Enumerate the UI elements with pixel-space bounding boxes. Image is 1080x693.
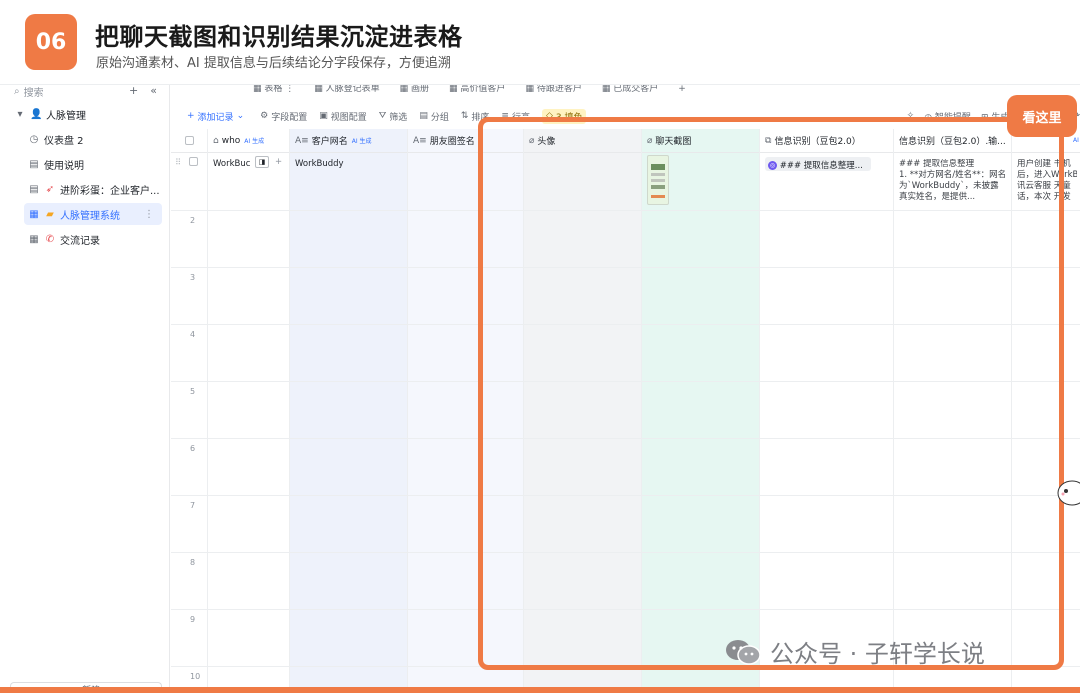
watermark: 公众号 · 子轩学长说 (724, 634, 985, 669)
sidebar-item-contacts-system[interactable]: ▦ ▰ 人脉管理系统 ⋮ (24, 203, 162, 225)
cell-who[interactable]: WorkBuc (213, 159, 253, 169)
banner-title: 把聊天截图和识别结果沉淀进表格 (95, 23, 463, 51)
group-icon: ▤ (419, 111, 428, 121)
row-number: 9 (190, 615, 196, 624)
filter-button[interactable]: ⛛ 筛选 (379, 110, 408, 123)
view-config-button[interactable]: ▣ 视图配置 (319, 110, 367, 123)
rocket-icon: ➶ (45, 183, 55, 195)
field-config-button[interactable]: ⚙ 字段配置 (260, 110, 307, 123)
home-icon: ⌂ (213, 135, 219, 146)
group-button[interactable]: ▤ 分组 (419, 110, 449, 123)
row-checkbox[interactable] (189, 157, 198, 169)
watermark-text: 公众号 · 子轩学长说 (770, 640, 985, 668)
row-number: 2 (190, 216, 196, 225)
step-badge: 06 (25, 14, 77, 70)
doc-icon: ▤ (29, 183, 39, 195)
highlight-box (478, 117, 1064, 670)
text-field-icon: A≡ (295, 135, 309, 146)
table-icon: ▦ (29, 233, 39, 245)
row-number: 10 (190, 672, 201, 681)
text-field-icon: A≡ (413, 135, 427, 146)
sidebar-search[interactable]: ⌕ 搜索 (14, 85, 44, 99)
gear-icon: ⚙ (260, 111, 269, 121)
add-icon[interactable]: + (129, 84, 138, 97)
add-view-button[interactable]: + (668, 85, 696, 97)
look-here-tag: 看这里 (1007, 95, 1077, 137)
person-icon: 👤 (30, 108, 43, 120)
sidebar-item-communication[interactable]: ▦ ✆ 交流记录 (28, 228, 100, 250)
plus-icon: + (187, 111, 195, 121)
view-tabs: ▦ 表格 ⋮ ▦ 人脉登记表单 ▦ 画册 ▦ 高价值客户 ▦ 待跟进客户 ▦ 已… (171, 85, 1080, 97)
doc-icon: ▤ (29, 158, 39, 170)
sidebar-item-guide[interactable]: ▤ 使用说明 (28, 153, 84, 175)
view-icon: ▣ (319, 111, 328, 121)
tab-high-value[interactable]: ▦ 高价值客户 (439, 85, 515, 97)
cell-nickname[interactable]: WorkBuddy (295, 159, 403, 169)
tab-grid[interactable]: ▦ 表格 ⋮ (171, 85, 304, 97)
sidebar-tools: + « (129, 84, 157, 97)
more-icon[interactable]: ⋮ (144, 209, 154, 220)
row-number: 8 (190, 558, 196, 567)
sidebar-root[interactable]: ▾ 👤 人脉管理 (14, 103, 86, 125)
sidebar: ⌕ 搜索 + « ▾ 👤 人脉管理 ◷ 仪表盘 2 ▤ 使用说明 ▤ ➶ 进阶彩… (0, 84, 170, 693)
tab-form[interactable]: ▦ 人脉登记表单 (304, 85, 389, 97)
drag-handle-icon[interactable]: ⠿ (175, 158, 181, 168)
expand-record-icon[interactable]: ◨ (255, 156, 269, 168)
column-header-who[interactable]: ⌂ who AI 生成 (207, 129, 289, 153)
chevron-down-icon: ▾ (17, 108, 23, 120)
dashboard-icon: ◷ (29, 133, 39, 145)
collapse-icon[interactable]: « (150, 84, 157, 97)
banner-subtitle: 原始沟通素材、AI 提取信息与后续结论分字段保存，方便追溯 (96, 56, 451, 71)
tab-gallery[interactable]: ▦ 画册 (390, 85, 439, 97)
chevron-down-icon: ⌄ (236, 111, 245, 121)
row-number: 7 (190, 501, 196, 510)
sidebar-item-dashboard[interactable]: ◷ 仪表盘 2 (28, 128, 84, 150)
tab-closed[interactable]: ▦ 已成交客户 (592, 85, 668, 97)
search-icon: ⌕ (14, 85, 20, 97)
search-placeholder: 搜索 (23, 87, 44, 99)
sort-icon: ⇅ (460, 111, 469, 121)
tab-follow-up[interactable]: ▦ 待跟进客户 (515, 85, 591, 97)
row-number: 5 (190, 387, 196, 396)
row-number: 6 (190, 444, 196, 453)
bottom-accent-bar (0, 687, 1080, 693)
row-number: 4 (190, 330, 196, 339)
folder-icon: ▰ (46, 208, 54, 220)
sidebar-item-easter-egg[interactable]: ▤ ➶ 进阶彩蛋：企业客户... (28, 178, 159, 200)
phone-icon: ✆ (45, 233, 55, 245)
column-header-nickname[interactable]: A≡ 客户网名 AI 生成 (289, 129, 407, 153)
select-all-checkbox[interactable] (184, 136, 194, 145)
filter-icon: ⛛ (378, 111, 387, 121)
table-icon: ▦ (29, 208, 39, 220)
mascot-sticker-icon (1057, 480, 1080, 506)
row-number: 3 (190, 273, 196, 282)
add-record-button[interactable]: + 添加记录 ⌄ (187, 110, 244, 123)
add-icon[interactable]: + (275, 157, 282, 167)
article-banner: 06 把聊天截图和识别结果沉淀进表格 原始沟通素材、AI 提取信息与后续结论分字… (0, 0, 1080, 84)
wechat-icon (726, 639, 761, 665)
select-all-header[interactable] (171, 129, 207, 153)
